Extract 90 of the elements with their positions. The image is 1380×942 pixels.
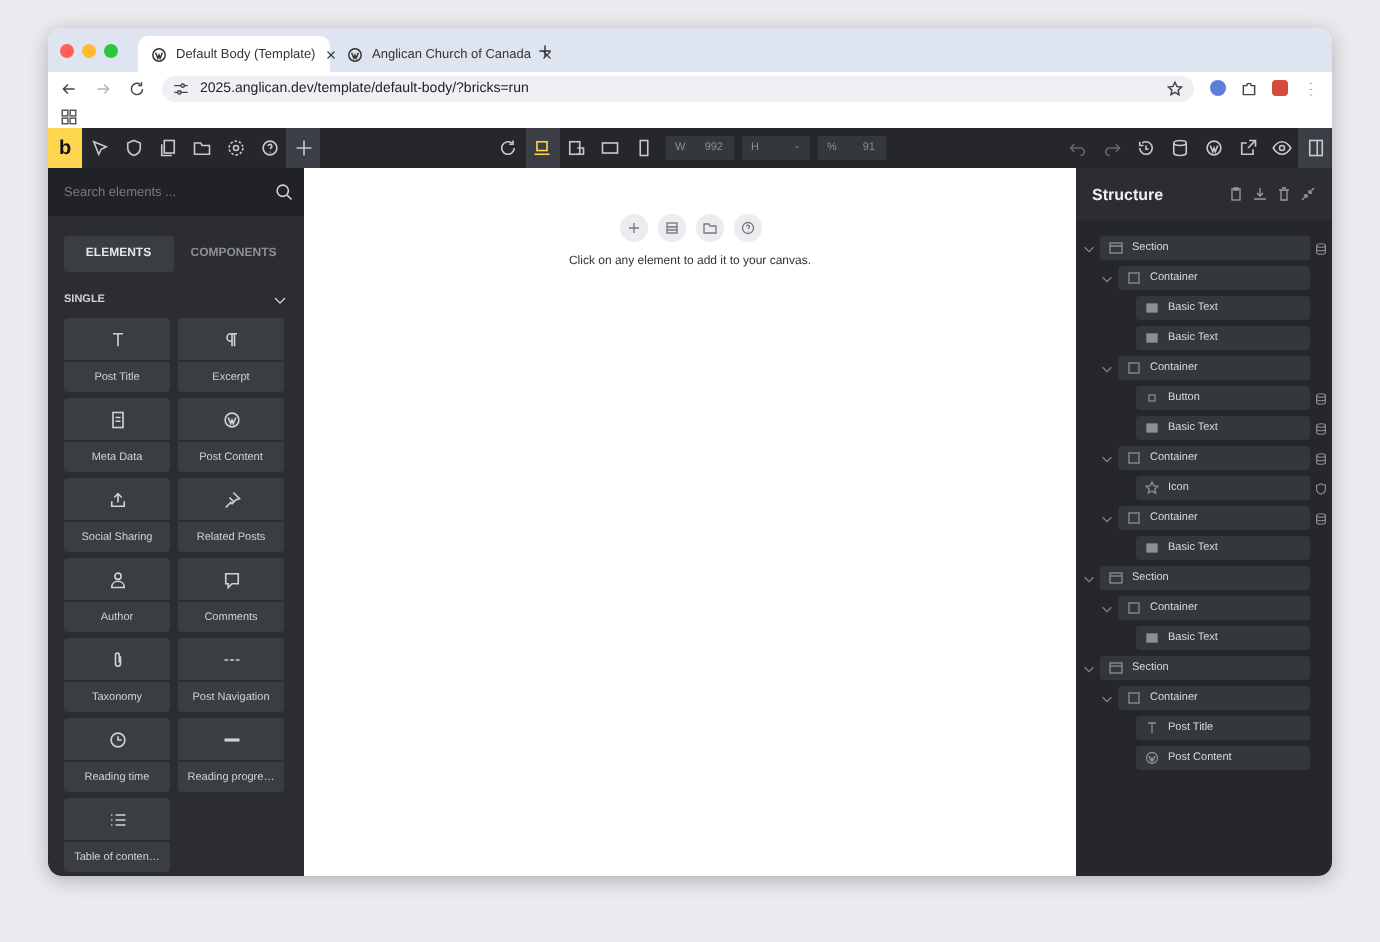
canvas-action-button[interactable] [733,214,761,242]
pages-icon[interactable] [157,138,177,158]
close-icon[interactable] [323,47,338,61]
folder-icon[interactable] [191,138,211,158]
extension-icon[interactable] [1210,80,1226,96]
trash-icon[interactable] [1276,186,1292,202]
settings-icon[interactable] [225,138,245,158]
text-t-icon [107,329,127,349]
text-block-icon [1144,540,1160,556]
square-icon [1126,270,1142,286]
chevron-icon[interactable] [1100,271,1114,285]
back-icon[interactable] [60,79,78,97]
chevron-icon[interactable] [1100,691,1114,705]
square-icon [1126,600,1142,616]
section-icon [1108,570,1124,586]
sidebar-icon [1305,138,1325,158]
plus-icon[interactable] [293,138,313,158]
square-icon [1126,360,1142,376]
chevron-icon[interactable] [1100,361,1114,375]
canvas-action-button[interactable] [657,214,685,242]
minimize-dot[interactable] [82,43,96,57]
plus-icon [625,220,641,236]
shield-icon[interactable] [123,138,143,158]
eye-icon[interactable] [1271,138,1291,158]
search-icon[interactable] [274,182,294,202]
help-icon[interactable] [259,138,279,158]
download-icon[interactable] [1252,186,1268,202]
text-block-icon [1144,630,1160,646]
section-icon [1108,660,1124,676]
breakpoint-button[interactable] [525,128,559,168]
wordpress-icon [346,45,364,63]
person-icon [107,569,127,589]
new-tab-icon[interactable] [536,41,554,59]
canvas-action-button[interactable] [619,214,647,242]
refresh-icon[interactable] [498,138,518,158]
chevron-icon[interactable] [1100,451,1114,465]
pin-icon [221,489,241,509]
wordpress-icon[interactable] [1203,138,1223,158]
cursor-icon[interactable] [89,138,109,158]
chevron-icon[interactable] [1082,241,1096,255]
canvas-action-button[interactable] [695,214,723,242]
wordpress-icon [221,409,241,429]
share-icon [107,489,127,509]
external-link-icon[interactable] [1237,138,1257,158]
chevron-icon[interactable] [1100,511,1114,525]
chevron-icon[interactable] [1082,571,1096,585]
undo-icon[interactable] [1067,138,1087,158]
help-icon [739,220,755,236]
wordpress-icon [1144,750,1160,766]
collapse-icon[interactable] [1300,186,1316,202]
wordpress-icon [150,45,168,63]
database-icon[interactable] [1169,138,1189,158]
star-icon [1144,480,1160,496]
template-icon [663,220,679,236]
redo-icon[interactable] [1101,138,1121,158]
bookmark-star-icon[interactable] [1166,79,1184,97]
builder-logo[interactable]: b [48,128,82,168]
text-block-icon [1144,420,1160,436]
apps-grid-icon[interactable] [60,107,78,125]
add-button[interactable] [286,128,320,168]
site-settings-icon[interactable] [172,79,190,97]
reload-icon[interactable] [128,79,146,97]
close-icon[interactable] [539,47,553,61]
tablet-icon [566,138,586,158]
chevron-icon[interactable] [1082,661,1096,675]
pilcrow-icon [221,329,241,349]
square-icon [1126,690,1142,706]
speech-bubble-icon [221,569,241,589]
list-icon [107,809,127,829]
section-icon [1108,240,1124,256]
clock-icon [107,729,127,749]
panel-toggle-button[interactable] [1298,128,1332,168]
chevron-icon[interactable] [272,292,288,308]
close-dot[interactable] [60,43,74,57]
laptop-icon [532,138,552,158]
chevron-icon[interactable] [1100,601,1114,615]
small-square-icon [1144,390,1160,406]
extension-icon[interactable] [1272,80,1288,96]
text-t-icon [1144,720,1160,736]
tablet-landscape-icon [600,138,620,158]
folder-icon [701,220,717,236]
panel-title: Structure [1092,185,1164,203]
puzzle-icon[interactable] [1240,79,1258,97]
clipboard-icon[interactable] [1228,186,1244,202]
square-icon [1126,510,1142,526]
document-icon [107,409,127,429]
phone-icon [634,138,654,158]
maximize-dot[interactable] [104,43,118,57]
history-icon[interactable] [1135,138,1155,158]
square-icon [1126,450,1142,466]
